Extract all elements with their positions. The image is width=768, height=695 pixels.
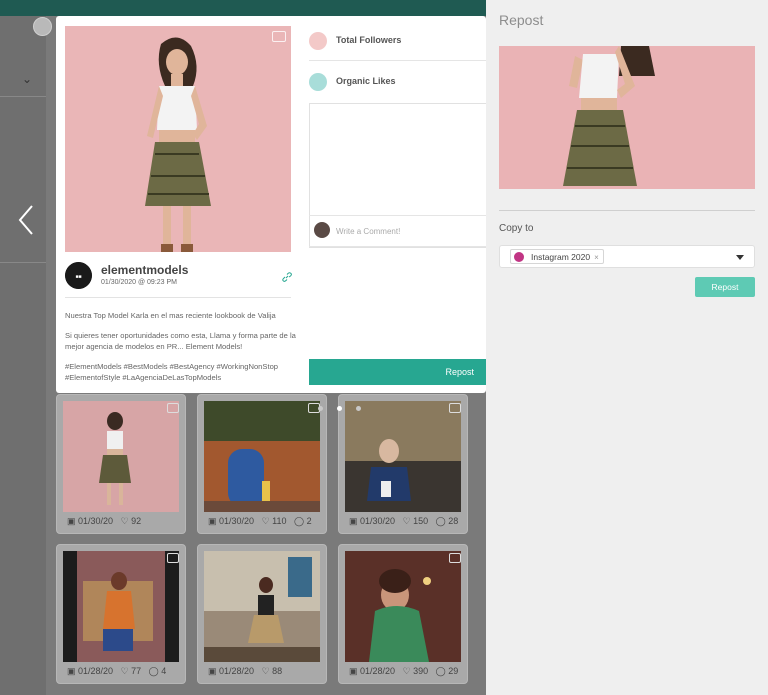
post-timestamp: 01/30/2020 @ 09:23 PM [101, 279, 177, 286]
caption-line: Si quieres tener oportunidades como esta… [65, 331, 296, 351]
dismiss-icon[interactable] [33, 17, 52, 36]
divider [499, 210, 755, 211]
post-likes: 390 [413, 666, 429, 676]
background-sidebar: ⌄ [0, 16, 46, 695]
grid-post-card[interactable]: ▣ 01/30/20 ♡ 92 [56, 394, 186, 534]
previous-arrow-icon[interactable] [14, 202, 38, 238]
post-date: 01/30/20 [360, 516, 396, 526]
camera-icon [449, 403, 461, 413]
followers-icon [309, 32, 327, 50]
account-username[interactable]: elementmodels [101, 263, 188, 277]
post-date: 01/30/20 [219, 516, 255, 526]
post-comments: 28 [448, 516, 459, 526]
post-meta: ▣ 01/30/20 ♡ 150 ◯ 28 [349, 516, 459, 526]
camera-icon [167, 403, 179, 413]
post-comments: 29 [448, 666, 459, 676]
caption-hashtags: #ElementModels #BestModels #BestAgency #… [65, 362, 279, 382]
remove-chip-icon[interactable]: × [594, 253, 599, 262]
post-date: 01/30/20 [78, 516, 114, 526]
post-meta: ▣ 01/28/20 ♡ 390 ◯ 29 [349, 666, 459, 676]
post-date: 01/28/20 [78, 666, 114, 676]
account-avatar: ■■ [65, 262, 92, 289]
sidebar-divider [0, 96, 46, 97]
instagram-icon [514, 252, 524, 262]
divider [309, 215, 486, 216]
post-date: 01/28/20 [219, 666, 255, 676]
metric-label: Total Followers [336, 35, 402, 45]
camera-icon [449, 553, 461, 563]
grid-post-card[interactable]: ▣ 01/28/20 ♡ 77 ◯ 4 [56, 544, 186, 684]
post-likes: 88 [272, 666, 283, 676]
post-thumbnail [63, 551, 179, 662]
carousel-dot[interactable] [356, 406, 361, 411]
post-date: 01/28/20 [360, 666, 396, 676]
grid-post-card[interactable]: ▣ 01/30/20 ♡ 110 ◯ 2 [197, 394, 327, 534]
chevron-down-icon[interactable]: ⌄ [22, 72, 32, 86]
post-meta: ▣ 01/28/20 ♡ 77 ◯ 4 [67, 666, 167, 676]
repost-panel: Repost Copy to Instagram 2020 × Repost [486, 0, 768, 695]
post-likes: 150 [413, 516, 429, 526]
metric-label: Organic Likes [336, 76, 396, 86]
sidebar-divider [0, 262, 46, 263]
post-likes: 77 [131, 666, 142, 676]
svg-text:■■: ■■ [75, 274, 81, 280]
selected-account-chip: Instagram 2020 × [510, 249, 604, 264]
post-thumbnail [345, 401, 461, 512]
selected-account-label: Instagram 2020 [531, 252, 591, 262]
camera-icon [272, 31, 286, 42]
commenter-avatar [314, 222, 330, 238]
chevron-down-icon[interactable] [736, 255, 744, 260]
repost-preview-image [499, 46, 755, 189]
post-thumbnail [345, 551, 461, 662]
post-meta: ▣ 01/28/20 ♡ 88 [208, 666, 283, 676]
post-comments: 4 [161, 666, 167, 676]
likes-icon [309, 73, 327, 91]
post-meta: ▣ 01/30/20 ♡ 110 ◯ 2 [208, 516, 312, 526]
copy-to-label: Copy to [499, 223, 534, 234]
panel-title: Repost [499, 12, 544, 28]
divider [65, 297, 291, 298]
repost-button[interactable]: Repost [695, 277, 755, 297]
camera-icon [167, 553, 179, 563]
modal-repost-button[interactable]: Repost [309, 359, 486, 385]
post-caption: Nuestra Top Model Karla en el mas recien… [65, 310, 297, 392]
post-likes: 92 [131, 516, 142, 526]
carousel-dot-active[interactable] [337, 406, 342, 411]
post-thumbnail [204, 551, 320, 662]
link-icon[interactable] [282, 269, 292, 282]
post-thumbnail [204, 401, 320, 512]
comment-input[interactable]: Write a Comment! [336, 227, 400, 236]
caption-line: Nuestra Top Model Karla en el mas recien… [65, 311, 276, 320]
post-meta: ▣ 01/30/20 ♡ 92 [67, 516, 142, 526]
carousel-dot[interactable] [318, 406, 323, 411]
post-photo [65, 26, 291, 252]
grid-post-card[interactable]: ▣ 01/30/20 ♡ 150 ◯ 28 [338, 394, 468, 534]
post-comments: 2 [306, 516, 312, 526]
post-likes: 110 [272, 516, 287, 526]
post-thumbnail [63, 401, 179, 512]
divider [309, 60, 486, 61]
grid-post-card[interactable]: ▣ 01/28/20 ♡ 88 [197, 544, 327, 684]
post-detail-modal: ■■ elementmodels 01/30/2020 @ 09:23 PM N… [56, 16, 538, 393]
divider [309, 246, 486, 247]
account-select[interactable]: Instagram 2020 × [499, 245, 755, 268]
grid-post-card[interactable]: ▣ 01/28/20 ♡ 390 ◯ 29 [338, 544, 468, 684]
